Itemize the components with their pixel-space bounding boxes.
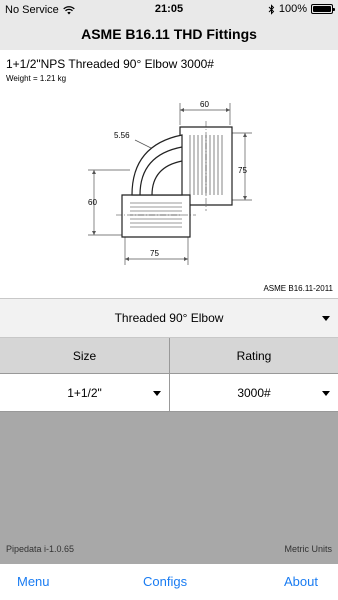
chevron-down-icon [153, 391, 161, 396]
dim-bottom-width: 75 [150, 249, 159, 258]
size-header: Size [0, 338, 170, 374]
bluetooth-icon [268, 3, 275, 15]
status-right: 100% [268, 3, 335, 15]
dim-wall-thickness: 5.56 [114, 131, 130, 140]
dim-top-width: 60 [200, 100, 209, 109]
fitting-drawing: 60 5.56 75 60 75 [88, 100, 252, 265]
version-label: Pipedata i-1.0.65 [6, 544, 75, 554]
dim-right-height: 75 [238, 166, 247, 175]
fitting-weight: Weight = 1.21 kg [6, 74, 67, 83]
fitting-title: 1+1/2"NPS Threaded 90° Elbow 3000# [6, 57, 214, 71]
battery-percent: 100% [278, 3, 307, 15]
page-title: ASME B16.11 THD Fittings [81, 26, 257, 42]
nav-bar: ASME B16.11 THD Fittings [0, 20, 338, 50]
units-label: Metric Units [284, 544, 332, 554]
tab-bar: Menu Configs About [0, 564, 338, 600]
tab-configs[interactable]: Configs [143, 574, 187, 589]
chevron-down-icon [322, 316, 330, 321]
tab-about[interactable]: About [284, 574, 318, 589]
tab-menu[interactable]: Menu [17, 574, 50, 589]
rating-header-label: Rating [236, 349, 272, 363]
fitting-type-value: Threaded 90° Elbow [114, 311, 224, 325]
battery-icon [311, 4, 335, 14]
size-select[interactable]: 1+1/2" [0, 374, 170, 412]
info-footer: Pipedata i-1.0.65 Metric Units [0, 412, 338, 564]
size-value: 1+1/2" [67, 386, 102, 400]
rating-header: Rating [170, 338, 338, 374]
dim-left-height: 60 [88, 198, 97, 207]
standard-label: ASME B16.11-2011 [263, 284, 333, 293]
status-bar: No Service 21:05 100% [0, 0, 338, 20]
fitting-type-select[interactable]: Threaded 90° Elbow [0, 298, 338, 338]
size-header-label: Size [72, 349, 97, 363]
chevron-down-icon [322, 391, 330, 396]
rating-value: 3000# [237, 386, 271, 400]
rating-select[interactable]: 3000# [170, 374, 338, 412]
